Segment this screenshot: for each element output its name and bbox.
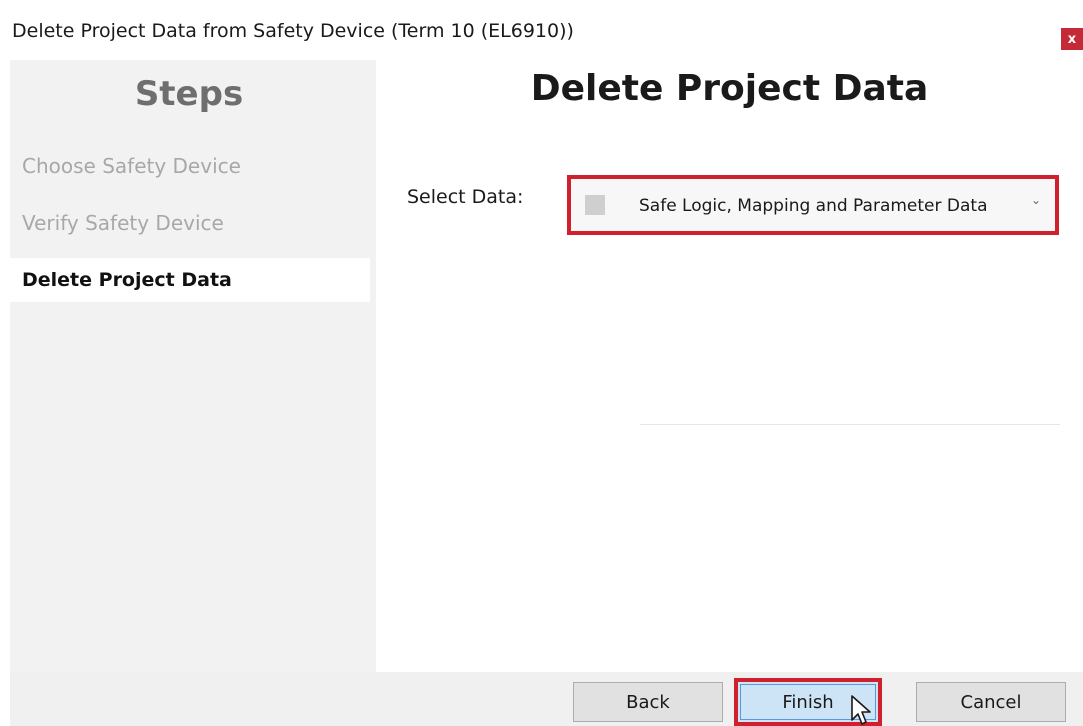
step-verify-safety-device: Verify Safety Device: [22, 211, 224, 235]
delete-project-data-dialog: Delete Project Data from Safety Device (…: [0, 0, 1083, 726]
select-data-dropdown[interactable]: Safe Logic, Mapping and Parameter Data ⌄: [567, 175, 1059, 235]
select-data-value: Safe Logic, Mapping and Parameter Data: [639, 196, 988, 216]
data-type-swatch: [585, 195, 605, 215]
divider: [640, 424, 1060, 425]
window-title: Delete Project Data from Safety Device (…: [12, 20, 574, 42]
back-button[interactable]: Back: [573, 682, 723, 722]
select-data-label: Select Data:: [407, 186, 524, 208]
page-title: Delete Project Data: [530, 68, 929, 109]
steps-sidebar: Steps Choose Safety Device Verify Safety…: [10, 60, 376, 672]
button-bar: Back Finish Cancel: [10, 672, 1083, 726]
steps-heading: Steps: [134, 74, 244, 114]
step-choose-safety-device: Choose Safety Device: [22, 154, 241, 178]
close-button[interactable]: x: [1061, 28, 1083, 50]
close-icon: x: [1067, 31, 1077, 47]
finish-label: Finish: [782, 691, 834, 713]
step-delete-project-data: Delete Project Data: [10, 258, 370, 302]
chevron-down-icon: ⌄: [1030, 193, 1041, 207]
cancel-button[interactable]: Cancel: [916, 682, 1066, 722]
mouse-pointer-icon: [851, 695, 871, 725]
title-bar: Delete Project Data from Safety Device (…: [0, 0, 1083, 58]
